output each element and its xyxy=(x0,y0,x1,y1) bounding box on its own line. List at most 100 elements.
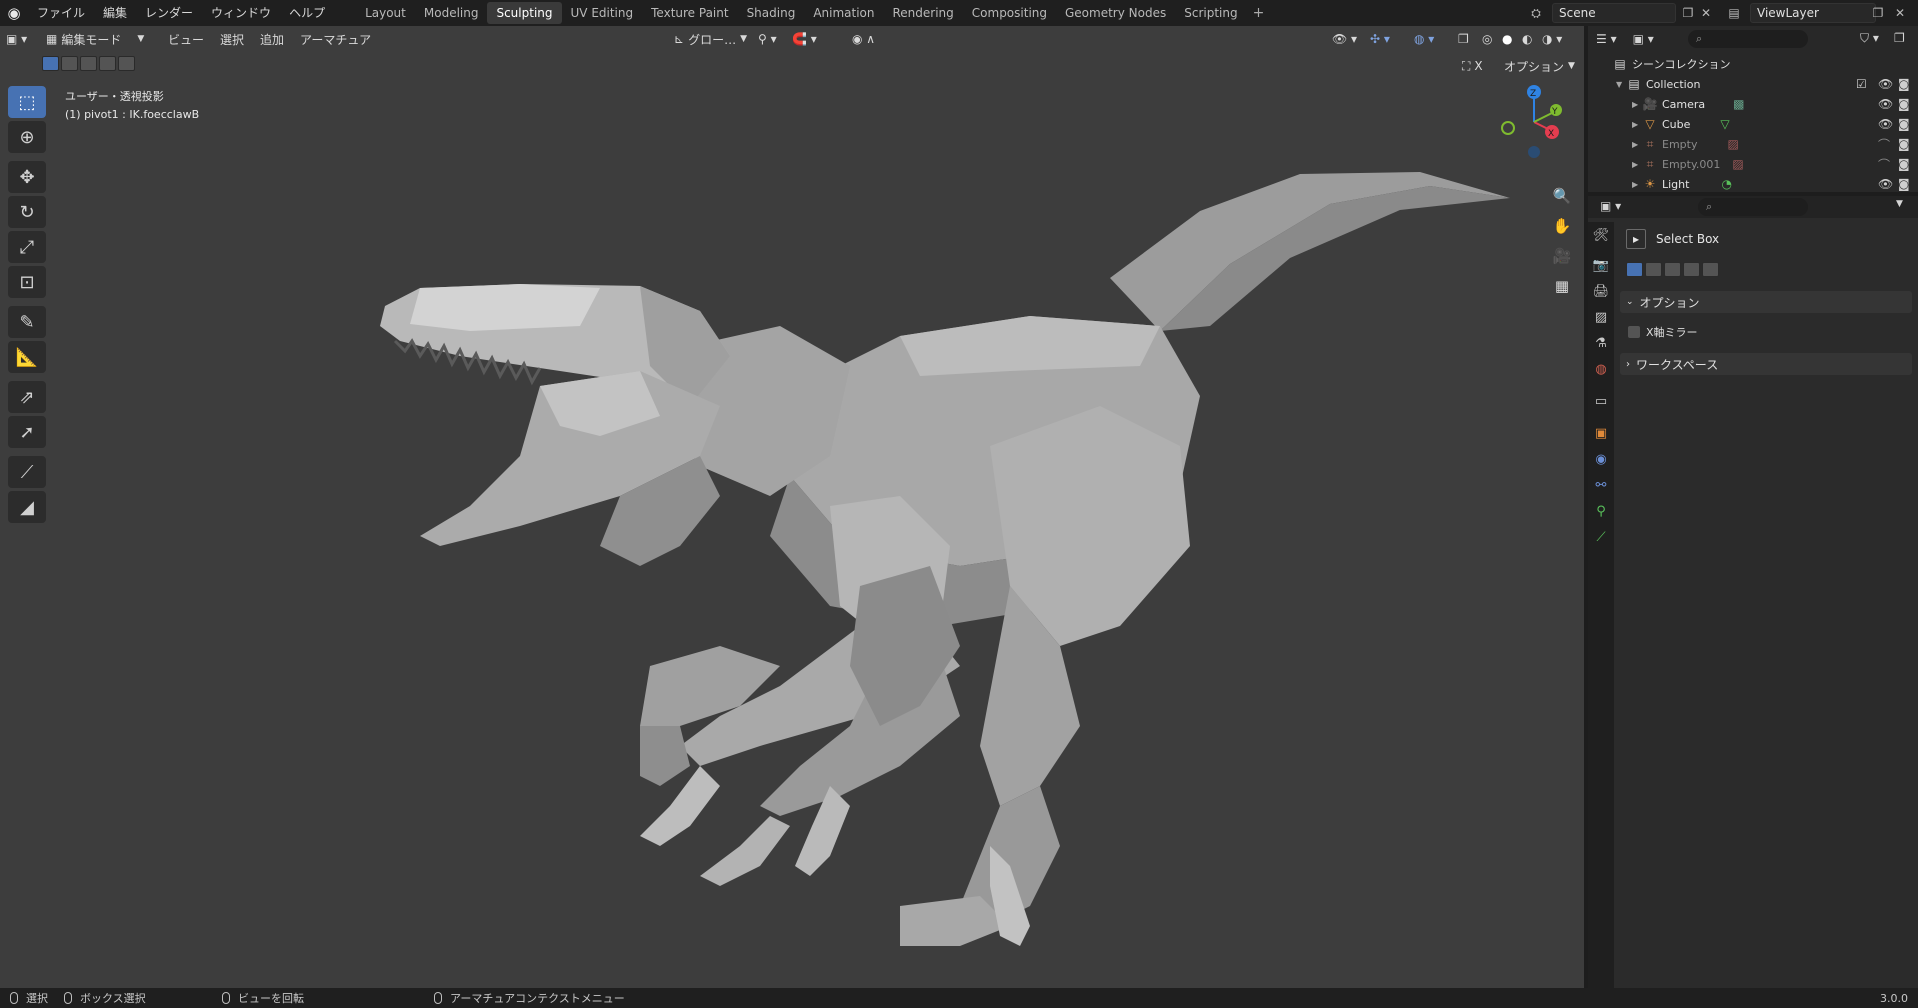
navigation-gizmo[interactable]: Z X Y xyxy=(1490,82,1570,162)
select-mode-new-icon[interactable] xyxy=(1626,262,1643,277)
zoom-icon[interactable]: 🔍 xyxy=(1548,182,1576,210)
options-panel-header[interactable]: ⌄ オプション xyxy=(1620,291,1912,313)
render-camera-icon[interactable]: ◙ xyxy=(1898,177,1910,191)
tab-sculpting[interactable]: Sculpting xyxy=(487,2,562,24)
light-data-icon[interactable]: ◔ xyxy=(1721,177,1731,191)
mirror-toggle[interactable]: ⛶ X xyxy=(1458,56,1487,76)
overlay-toggle-icon[interactable]: ◍ ▾ xyxy=(1408,29,1440,49)
camera-view-icon[interactable]: 🎥 xyxy=(1548,242,1576,270)
select-mode-subtract-icon[interactable] xyxy=(1664,262,1681,277)
image-data-icon[interactable]: ▨ xyxy=(1732,157,1743,171)
outliner-item-light[interactable]: ▶ ☀ Light ◔ 👁 ◙ xyxy=(1588,174,1918,194)
outliner-item-cube[interactable]: ▶ ▽ Cube ▽ 👁 ◙ xyxy=(1588,114,1918,134)
raptor-mesh[interactable] xyxy=(0,26,1584,988)
tab-view-layer-icon[interactable]: ▨ xyxy=(1588,304,1614,330)
xray-toggle-icon[interactable]: ❐ xyxy=(1452,29,1475,49)
display-mode-icon[interactable]: ▣ ▾ xyxy=(1633,32,1654,46)
menu-file[interactable]: ファイル xyxy=(28,0,94,26)
tab-texture-paint[interactable]: Texture Paint xyxy=(642,2,737,24)
tab-modeling[interactable]: Modeling xyxy=(415,2,488,24)
options-dropdown[interactable]: オプション ▼ xyxy=(1500,56,1579,76)
tab-armature-data-icon[interactable]: ⚲ xyxy=(1588,498,1614,524)
render-camera-icon[interactable]: ◙ xyxy=(1898,97,1910,111)
x-mirror-row[interactable]: X軸ミラー xyxy=(1628,324,1698,340)
view-layer-browse-icon[interactable]: ▤ xyxy=(1724,3,1744,23)
measure-tool-icon[interactable]: 📐 xyxy=(8,341,46,373)
3d-viewport[interactable]: ▣ ▾ ▦ 編集モード ▼ ビュー 選択 追加 アーマチュア ⊾ グロー… ▼ … xyxy=(0,26,1584,988)
eye-hidden-icon[interactable]: ⌒ xyxy=(1878,156,1890,173)
render-camera-icon[interactable]: ◙ xyxy=(1898,157,1910,171)
proportional-edit-icon[interactable]: ◉ ∧ xyxy=(846,29,881,49)
x-mirror-checkbox[interactable] xyxy=(1628,326,1640,338)
annotate-tool-icon[interactable]: ✎ xyxy=(8,306,46,338)
eye-icon[interactable]: 👁 xyxy=(1878,97,1893,111)
scene-browse-icon[interactable]: ⛭ xyxy=(1526,3,1546,23)
blender-logo-icon[interactable]: ◉ xyxy=(0,0,28,26)
outliner-item-empty[interactable]: ▶ ⌗ Empty ▨ ⌒ ◙ xyxy=(1588,134,1918,154)
eye-hidden-icon[interactable]: ⌒ xyxy=(1878,136,1890,153)
gizmo-neg-y[interactable] xyxy=(1501,121,1515,135)
shading-rendered-icon[interactable]: ◑ ▾ xyxy=(1536,29,1568,49)
new-scene-icon[interactable]: ❐ xyxy=(1678,3,1698,23)
new-collection-icon[interactable]: ❐ xyxy=(1894,31,1905,45)
tab-object-icon[interactable]: ▣ xyxy=(1588,420,1614,446)
image-data-icon[interactable]: ▨ xyxy=(1727,137,1738,151)
scene-collection-row[interactable]: ▤ シーンコレクション xyxy=(1588,54,1918,74)
gizmo-toggle-icon[interactable]: ✣ ▾ xyxy=(1364,29,1396,49)
tab-compositing[interactable]: Compositing xyxy=(963,2,1056,24)
collection-include-checkbox[interactable]: ☑ xyxy=(1856,77,1867,91)
editor-type-button[interactable]: ▣ ▾ xyxy=(0,29,40,49)
rotate-tool-icon[interactable]: ↻ xyxy=(8,196,46,228)
select-mode-extend-icon[interactable] xyxy=(1645,262,1662,277)
tab-constraints-icon[interactable]: ⚯ xyxy=(1588,472,1614,498)
transform-orientation-dropdown[interactable]: ⊾ グロー… ▼ xyxy=(668,29,753,49)
outliner-editor-icon[interactable]: ☰ ▾ xyxy=(1596,32,1617,46)
menu-view[interactable]: ビュー xyxy=(160,31,212,48)
render-camera-icon[interactable]: ◙ xyxy=(1898,77,1910,91)
menu-edit[interactable]: 編集 xyxy=(94,0,136,26)
view-layer-selector[interactable]: ViewLayer xyxy=(1750,3,1876,23)
pivot-point-icon[interactable]: ⚲ ▾ xyxy=(752,29,783,49)
select-mode-intersect-icon[interactable] xyxy=(118,56,135,71)
expand-triangle-icon[interactable]: ▶ xyxy=(1632,160,1642,169)
pan-hand-icon[interactable]: ✋ xyxy=(1548,212,1576,240)
extrude-to-cursor-tool-icon[interactable]: ➚ xyxy=(8,416,46,448)
select-mode-invert-icon[interactable] xyxy=(99,56,116,71)
select-mode-subtract-icon[interactable] xyxy=(80,56,97,71)
tab-rendering[interactable]: Rendering xyxy=(884,2,963,24)
outliner-search-input[interactable]: ⌕ xyxy=(1688,30,1808,48)
tab-uv-editing[interactable]: UV Editing xyxy=(562,2,643,24)
tab-render-icon[interactable]: 📷 xyxy=(1588,252,1614,278)
tab-output-icon[interactable]: 🖨 xyxy=(1588,278,1614,304)
outliner-item-empty-001[interactable]: ▶ ⌗ Empty.001 ▨ ⌒ ◙ xyxy=(1588,154,1918,174)
eye-icon[interactable]: 👁 xyxy=(1878,77,1893,91)
camera-data-icon[interactable]: ▩ xyxy=(1733,97,1744,111)
filter-icon[interactable]: ⛉ ▾ xyxy=(1860,31,1879,46)
outliner-item-camera[interactable]: ▶ 🎥 Camera ▩ 👁 ◙ xyxy=(1588,94,1918,114)
tab-layout[interactable]: Layout xyxy=(356,2,415,24)
expand-triangle-icon[interactable]: ▼ xyxy=(1616,80,1626,89)
select-mode-new-icon[interactable] xyxy=(42,56,59,71)
expand-triangle-icon[interactable]: ▶ xyxy=(1632,180,1642,189)
visibility-selector-icon[interactable]: 👁 ▾ xyxy=(1326,29,1363,49)
delete-view-layer-icon[interactable]: ✕ xyxy=(1890,3,1910,23)
render-camera-icon[interactable]: ◙ xyxy=(1898,117,1910,131)
scene-selector[interactable]: Scene xyxy=(1552,3,1676,23)
tab-scripting[interactable]: Scripting xyxy=(1175,2,1246,24)
bone-envelope-tool-icon[interactable]: ◢ xyxy=(8,491,46,523)
mode-selector[interactable]: ▦ 編集モード ▼ xyxy=(40,29,152,49)
select-mode-invert-icon[interactable] xyxy=(1683,262,1700,277)
chevron-down-icon[interactable]: ▼ xyxy=(1896,199,1903,209)
tab-world-icon[interactable]: ◍ xyxy=(1588,356,1614,382)
snap-icon[interactable]: 🧲 ▾ xyxy=(786,29,823,49)
menu-armature[interactable]: アーマチュア xyxy=(292,31,379,48)
move-tool-icon[interactable]: ✥ xyxy=(8,161,46,193)
render-camera-icon[interactable]: ◙ xyxy=(1898,137,1910,151)
menu-render[interactable]: レンダー xyxy=(136,0,202,26)
bone-size-tool-icon[interactable]: ⟋ xyxy=(8,456,46,488)
select-box-tool-icon[interactable]: ⬚ xyxy=(8,86,46,118)
select-mode-intersect-icon[interactable] xyxy=(1702,262,1719,277)
menu-add[interactable]: 追加 xyxy=(252,31,292,48)
select-mode-extend-icon[interactable] xyxy=(61,56,78,71)
tab-collection-icon[interactable]: ▭ xyxy=(1588,388,1614,414)
